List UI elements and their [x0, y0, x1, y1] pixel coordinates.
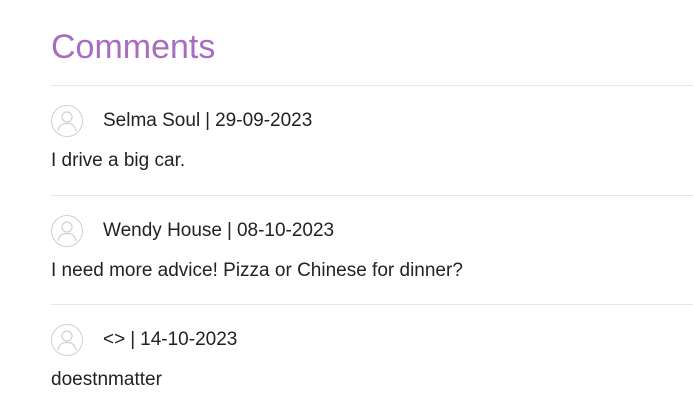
comment-date: 14-10-2023 — [140, 329, 238, 350]
comment-item: Selma Soul | 29-09-2023 I drive a big car. — [51, 86, 693, 196]
comment-meta: Selma Soul | 29-09-2023 — [103, 109, 312, 133]
user-avatar-icon — [51, 105, 83, 137]
comment-item: Wendy House | 08-10-2023 I need more advic… — [51, 196, 693, 306]
comment-date: 29-09-2023 — [215, 110, 313, 131]
comment-text: I drive a big car. — [51, 150, 186, 171]
comments-section: Comments Selma Soul | 29-09-2023 I drive a… — [0, 0, 693, 403]
user-avatar-icon — [51, 215, 83, 247]
comment-text: I need more advice! Pizza or Chinese for… — [51, 260, 463, 281]
comment-text: doestnmatter — [51, 369, 162, 390]
comment-date: 08-10-2023 — [236, 220, 335, 241]
comments-heading: Comments — [51, 28, 216, 66]
meta-separator: | — [227, 220, 232, 241]
user-avatar-icon — [51, 324, 83, 356]
comment-author: Wendy House — [103, 220, 222, 241]
comment-author: Selma Soul — [103, 110, 201, 131]
comment-meta: <> | 14-10-2023 — [103, 328, 237, 352]
comment-meta: Wendy House | 08-10-2023 — [103, 219, 334, 243]
meta-separator: | — [205, 110, 211, 131]
comment-item: <> | 14-10-2023 doestnmatter — [51, 305, 693, 403]
comment-author: <> — [103, 329, 126, 350]
meta-separator: | — [130, 329, 136, 350]
